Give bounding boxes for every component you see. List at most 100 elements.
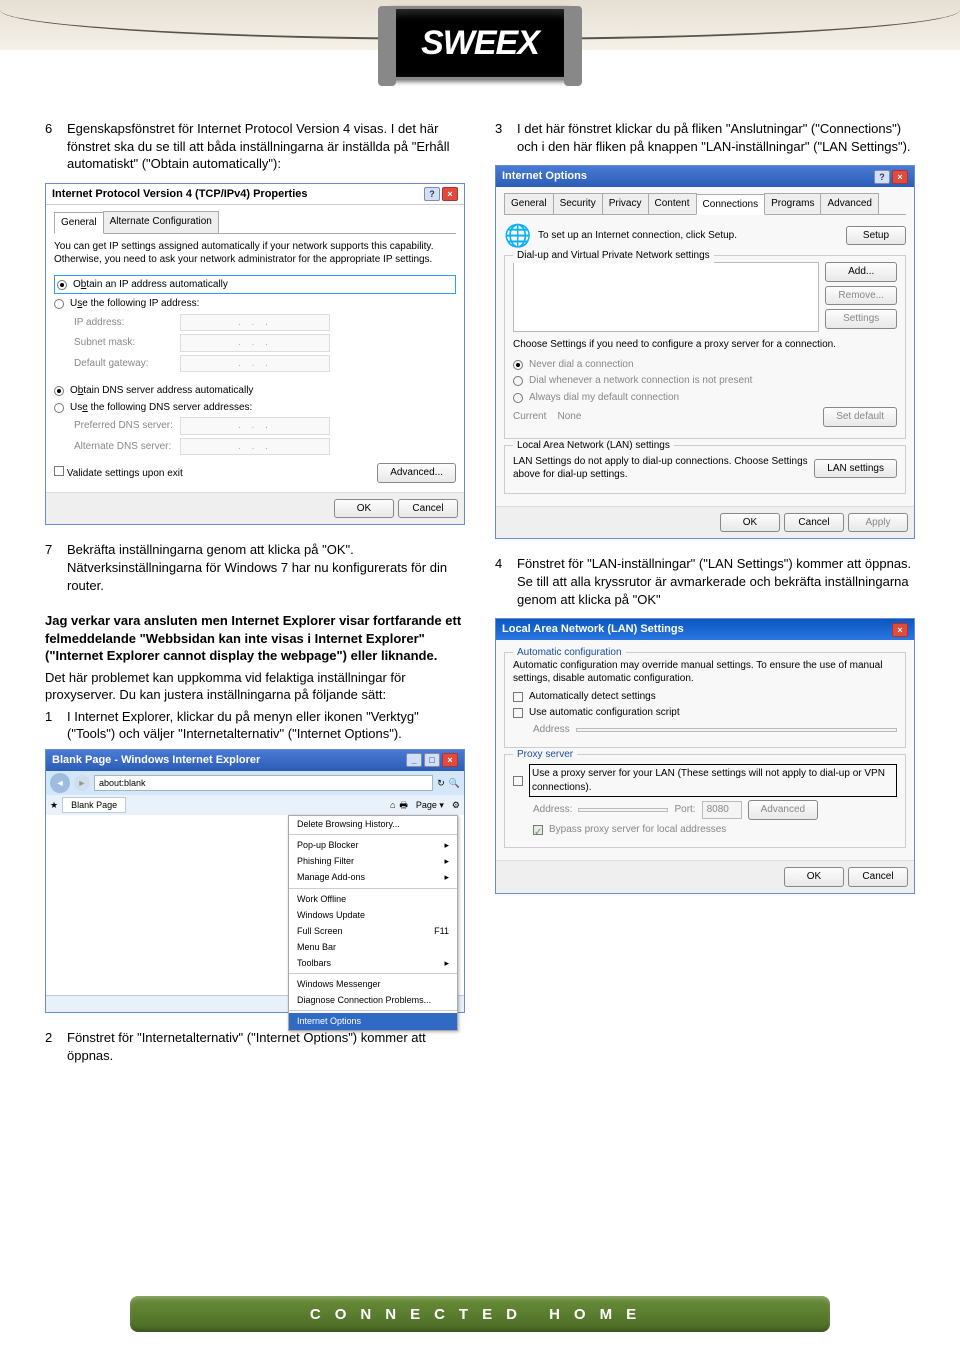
step-number: 6 (45, 120, 59, 173)
tab-content[interactable]: Content (648, 193, 697, 215)
ie-toolbar: ◄ ► about:blank ↻ 🔍 (46, 771, 464, 795)
connections-listbox[interactable] (513, 262, 819, 332)
menu-item[interactable]: Delete Browsing History... (289, 816, 457, 832)
menu-item[interactable]: Diagnose Connection Problems... (289, 992, 457, 1008)
chk-validate[interactable]: Validate settings upon exit (54, 466, 183, 481)
radio-icon (57, 280, 67, 290)
step-text: I Internet Explorer, klickar du på menyn… (67, 708, 465, 743)
menu-item[interactable]: Toolbars▸ (289, 955, 457, 971)
cancel-button[interactable]: Cancel (398, 499, 458, 519)
address-bar[interactable]: about:blank (94, 775, 433, 791)
radio-label: Use the following IP address: (70, 297, 199, 311)
menu-item[interactable]: Windows Update (289, 907, 457, 923)
menu-item[interactable]: Menu Bar (289, 939, 457, 955)
tab-general[interactable]: General (54, 212, 104, 234)
tab-advanced[interactable]: Advanced (820, 193, 878, 215)
apply-button: Apply (848, 513, 908, 533)
tab-security[interactable]: Security (553, 193, 603, 215)
ipv4-dialog: Internet Protocol Version 4 (TCP/IPv4) P… (45, 183, 465, 526)
auto-text: Automatic configuration may override man… (513, 659, 897, 686)
home-icon[interactable]: ⌂ (390, 799, 395, 811)
chk-auto-detect[interactable]: Automatically detect settings (513, 690, 897, 704)
close-icon[interactable]: × (442, 753, 458, 767)
back-icon[interactable]: ◄ (50, 773, 70, 793)
menu-item[interactable]: Pop-up Blocker▸ (289, 837, 457, 853)
help-icon[interactable]: ? (874, 170, 890, 184)
menu-item[interactable]: Work Offline (289, 891, 457, 907)
internet-options-dialog: Internet Options ? × General Security Pr… (495, 165, 915, 539)
step-1-ie: 1 I Internet Explorer, klickar du på men… (45, 708, 465, 743)
close-icon[interactable]: × (892, 623, 908, 637)
close-icon[interactable]: × (892, 170, 908, 184)
lbl-port: Port: (674, 803, 695, 817)
minimize-icon[interactable]: _ (406, 753, 422, 767)
tools-icon[interactable]: ⚙ (452, 799, 460, 811)
tab-alternate[interactable]: Alternate Configuration (103, 211, 219, 233)
tab-programs[interactable]: Programs (764, 193, 821, 215)
radio-use-dns[interactable]: Use the following DNS server addresses: (54, 401, 456, 415)
step-7: 7 Bekräfta inställningarna genom att kli… (45, 541, 465, 594)
ok-button[interactable]: OK (334, 499, 394, 519)
ok-button[interactable]: OK (784, 867, 844, 887)
subnet-field: . . . (180, 334, 330, 352)
print-icon[interactable]: 🖶 (399, 799, 408, 811)
close-icon[interactable]: × (442, 187, 458, 201)
ie-tab[interactable]: Blank Page (62, 797, 126, 813)
problem-heading: Jag verkar vara ansluten men Internet Ex… (45, 612, 465, 665)
radio-auto-ip[interactable]: Obtain an IP address automatically (54, 275, 456, 295)
lbl-gateway: Default gateway: (74, 357, 174, 371)
choose-text: Choose Settings if you need to configure… (513, 338, 897, 352)
tab-privacy[interactable]: Privacy (602, 193, 649, 215)
radio-label: Use the following DNS server addresses: (70, 401, 252, 415)
chk-use-script[interactable]: Use automatic configuration script (513, 706, 897, 720)
step-text: Fönstret för "LAN-inställningar" ("LAN S… (517, 555, 915, 608)
radio-auto-dns[interactable]: Obtain DNS server address automatically (54, 384, 456, 398)
add-button[interactable]: Add... (825, 262, 897, 282)
chk-use-proxy[interactable]: Use a proxy server for your LAN (These s… (513, 764, 897, 797)
advanced-button[interactable]: Advanced... (377, 463, 456, 483)
step-number: 7 (45, 541, 59, 594)
dns2-field: . . . (180, 438, 330, 456)
step-text: Egenskapsfönstret för Internet Protocol … (67, 120, 465, 173)
menu-item[interactable]: Phishing Filter▸ (289, 853, 457, 869)
step-number: 4 (495, 555, 509, 608)
menu-item[interactable]: Windows Messenger (289, 976, 457, 992)
group-title: Local Area Network (LAN) settings (513, 439, 674, 453)
lan-settings-button[interactable]: LAN settings (814, 459, 897, 479)
search-icon[interactable]: 🔍 (449, 777, 460, 789)
help-icon[interactable]: ? (424, 187, 440, 201)
ie-window: Blank Page - Windows Internet Explorer _… (45, 749, 465, 1013)
refresh-icon[interactable]: ↻ (437, 777, 445, 789)
tab-connections[interactable]: Connections (696, 194, 766, 216)
lbl-current: Current (513, 411, 546, 422)
setup-button[interactable]: Setup (846, 226, 906, 246)
menu-item[interactable]: Manage Add-ons▸ (289, 869, 457, 885)
step-text: Bekräfta inställningarna genom att klick… (67, 541, 465, 594)
step-text: Fönstret för "Internetalternativ" ("Inte… (67, 1029, 465, 1064)
proxy-text: Use a proxy server for your LAN (These s… (529, 764, 897, 797)
tab-general[interactable]: General (504, 193, 554, 215)
forward-icon[interactable]: ► (74, 775, 90, 791)
lbl-ip: IP address: (74, 316, 174, 330)
radio-use-ip[interactable]: Use the following IP address: (54, 297, 456, 311)
setup-text: To set up an Internet connection, click … (538, 229, 840, 243)
menu-item-internet-options[interactable]: Internet Options (289, 1013, 457, 1029)
favorites-icon[interactable]: ★ (50, 799, 58, 811)
menu-item[interactable]: Full ScreenF11 (289, 923, 457, 939)
dns1-field: . . . (180, 417, 330, 435)
logo-wrap: SWEEX (385, 6, 575, 80)
dialog-title-bar: Internet Options ? × (496, 166, 914, 187)
advanced-button: Advanced (748, 800, 818, 820)
gateway-field: . . . (180, 355, 330, 373)
dialog-title: Internet Options (502, 169, 587, 184)
brand-logo: SWEEX (385, 6, 575, 80)
dialog-title-bar: Local Area Network (LAN) Settings × (496, 619, 914, 640)
maximize-icon[interactable]: □ (424, 753, 440, 767)
group-title: Automatic configuration (513, 646, 626, 660)
group-title: Dial-up and Virtual Private Network sett… (513, 249, 714, 263)
io-tabs: General Security Privacy Content Connect… (504, 193, 906, 216)
cancel-button[interactable]: Cancel (848, 867, 908, 887)
radio-label: Obtain DNS server address automatically (70, 384, 253, 398)
cancel-button[interactable]: Cancel (784, 513, 844, 533)
ok-button[interactable]: OK (720, 513, 780, 533)
